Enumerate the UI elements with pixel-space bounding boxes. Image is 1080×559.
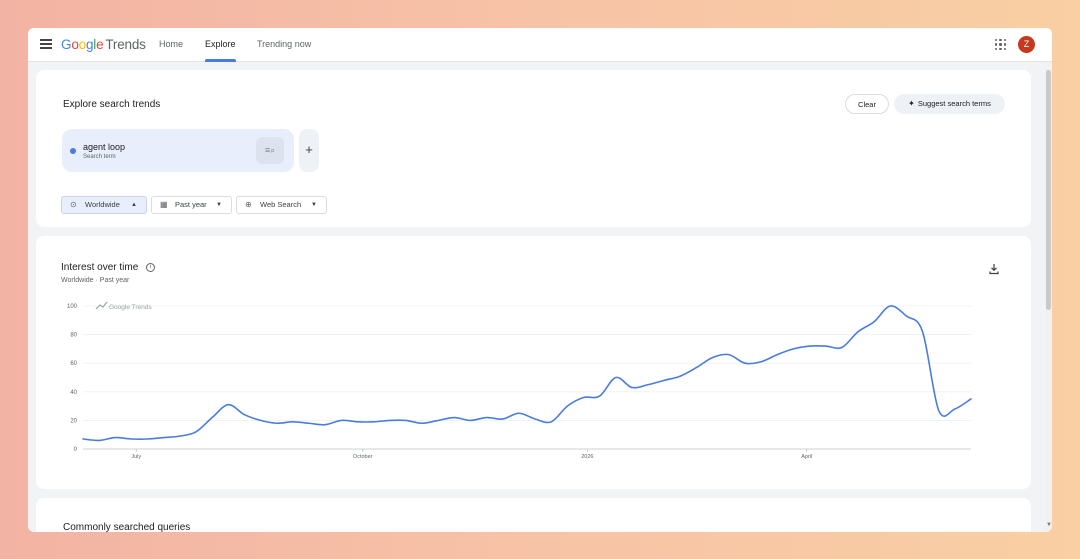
y-tick-label: 40 bbox=[70, 390, 77, 396]
suggest-search-terms-button[interactable]: ✦ Suggest search terms bbox=[894, 94, 1005, 114]
watermark-text: Google Trends bbox=[109, 304, 152, 311]
logo-letter: e bbox=[96, 37, 104, 52]
nav-tab-explore[interactable]: Explore bbox=[205, 39, 236, 49]
suggest-label: Suggest search terms bbox=[917, 99, 991, 108]
time-filter[interactable]: ▦ Past year ▼ bbox=[151, 196, 232, 214]
apps-grid-icon[interactable] bbox=[995, 39, 1006, 50]
google-trends-logo[interactable]: Google Trends bbox=[61, 37, 146, 52]
term-type: Search term bbox=[83, 154, 116, 160]
nav-tab-trending-now[interactable]: Trending now bbox=[257, 39, 311, 49]
y-tick-label: 80 bbox=[70, 333, 77, 339]
calendar-icon: ▦ bbox=[160, 200, 168, 209]
explore-title: Explore search trends bbox=[63, 99, 161, 110]
scrollbar-thumb[interactable] bbox=[1046, 70, 1051, 310]
y-axis-ticks: 0 20 40 60 80 100 bbox=[67, 304, 78, 453]
x-tick-label: October bbox=[353, 454, 373, 460]
active-tab-indicator bbox=[205, 59, 236, 62]
y-tick-label: 0 bbox=[74, 447, 78, 453]
hamburger-menu-icon[interactable] bbox=[40, 39, 52, 49]
sparkle-icon: ✦ bbox=[908, 99, 915, 108]
chart-watermark: Google Trends bbox=[95, 301, 152, 311]
clear-button[interactable]: Clear bbox=[845, 94, 889, 114]
caret-down-icon: ▼ bbox=[311, 202, 317, 208]
region-label: Worldwide bbox=[85, 200, 120, 209]
commonly-searched-title: Commonly searched queries bbox=[63, 522, 191, 532]
top-bar: Google Trends Home Explore Trending now Z bbox=[28, 28, 1052, 62]
y-tick-label: 60 bbox=[70, 361, 77, 367]
x-axis-ticks: July October 2026 April bbox=[131, 449, 812, 460]
browser-window: Google Trends Home Explore Trending now Z… bbox=[28, 28, 1052, 532]
location-pin-icon: ⊙ bbox=[70, 200, 77, 209]
y-tick-label: 100 bbox=[67, 304, 78, 310]
chart-grid bbox=[83, 305, 971, 450]
term-name: agent loop bbox=[83, 142, 126, 152]
term-search-icon[interactable]: ≡⌕ bbox=[256, 137, 284, 164]
x-tick-label: April bbox=[801, 454, 812, 460]
globe-icon: ⊕ bbox=[245, 200, 252, 209]
x-tick-label: July bbox=[131, 454, 141, 460]
line-chart: 0 20 40 60 80 100 July October 2026 April Google… bbox=[67, 301, 972, 460]
search-term-card[interactable]: agent loop Search term ≡⌕ bbox=[62, 129, 294, 172]
caret-down-icon: ▼ bbox=[216, 202, 222, 208]
x-tick-label: 2026 bbox=[581, 454, 593, 460]
commonly-searched-card: Commonly searched queries bbox=[36, 498, 1031, 532]
property-label: Web Search bbox=[260, 200, 302, 209]
y-tick-label: 20 bbox=[70, 418, 77, 424]
scroll-down-arrow-icon[interactable]: ▼ bbox=[1046, 522, 1052, 528]
explore-card: Explore search trends Clear ✦ Suggest sea… bbox=[36, 70, 1031, 227]
time-label: Past year bbox=[175, 200, 207, 209]
property-filter[interactable]: ⊕ Web Search ▼ bbox=[236, 196, 327, 214]
caret-up-icon: ▲ bbox=[131, 202, 137, 208]
term-color-dot bbox=[70, 148, 76, 154]
account-avatar[interactable]: Z bbox=[1018, 36, 1035, 53]
logo-trends-word: Trends bbox=[105, 37, 146, 52]
page-scrollbar[interactable]: ▼ bbox=[1045, 62, 1052, 532]
interest-over-time-card: Interest over time i Worldwide · Past ye… bbox=[36, 236, 1031, 489]
nav-tab-home[interactable]: Home bbox=[159, 39, 183, 49]
add-term-button[interactable]: + bbox=[299, 129, 319, 172]
logo-letter: o bbox=[78, 37, 87, 52]
region-filter[interactable]: ⊙ Worldwide ▲ bbox=[61, 196, 147, 214]
logo-letter: o bbox=[71, 37, 79, 52]
logo-letter: G bbox=[61, 37, 72, 52]
